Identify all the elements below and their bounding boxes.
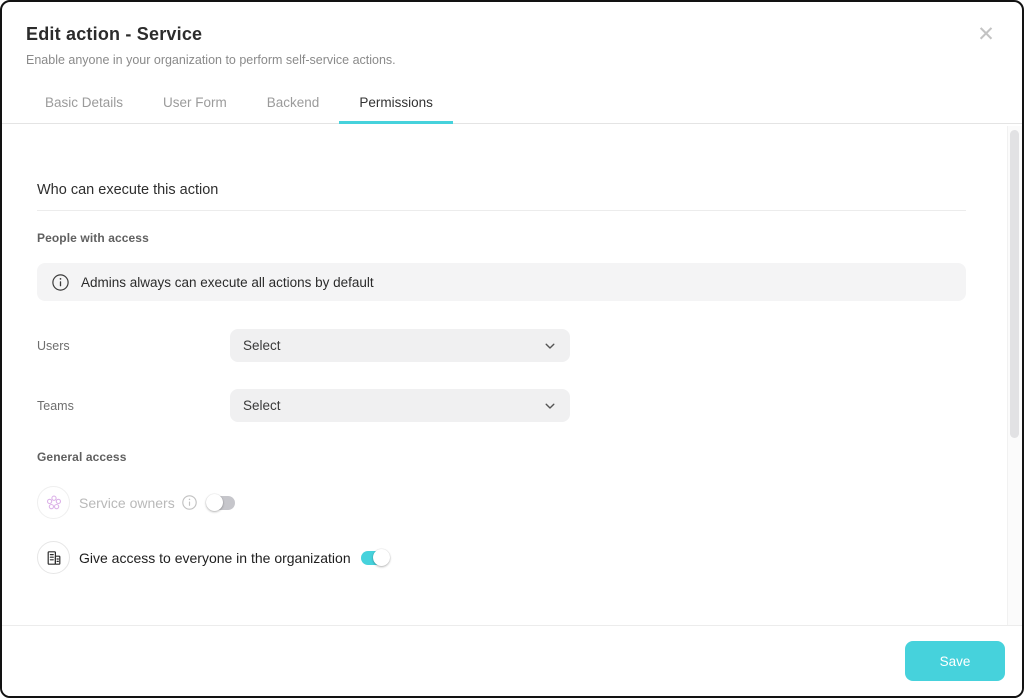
team-cluster-icon xyxy=(37,486,70,519)
everyone-access-label: Give access to everyone in the organizat… xyxy=(79,550,351,566)
admins-info-text: Admins always can execute all actions by… xyxy=(81,275,374,290)
modal-footer: Save xyxy=(2,625,1022,696)
teams-field-row: Teams Select xyxy=(37,389,966,422)
admins-info-banner: Admins always can execute all actions by… xyxy=(37,263,966,301)
page-subtitle: Enable anyone in your organization to pe… xyxy=(26,53,998,67)
page-title: Edit action - Service xyxy=(26,24,998,45)
users-field-row: Users Select xyxy=(37,329,966,362)
edit-action-modal: Edit action - Service Enable anyone in y… xyxy=(0,0,1024,698)
tab-bar: Basic Details User Form Backend Permissi… xyxy=(2,85,1022,124)
users-label: Users xyxy=(37,339,230,353)
tab-basic-details[interactable]: Basic Details xyxy=(25,85,143,124)
general-access-label: General access xyxy=(37,450,966,464)
organization-building-icon xyxy=(37,541,70,574)
chevron-down-icon xyxy=(543,339,557,353)
scrollbar-track[interactable] xyxy=(1007,126,1022,625)
teams-select[interactable]: Select xyxy=(230,389,570,422)
teams-label: Teams xyxy=(37,399,230,413)
close-icon[interactable]: ✕ xyxy=(974,24,998,48)
people-with-access-label: People with access xyxy=(37,231,966,245)
permissions-panel: Who can execute this action People with … xyxy=(2,124,1022,625)
tab-permissions[interactable]: Permissions xyxy=(339,85,453,124)
modal-header: Edit action - Service Enable anyone in y… xyxy=(2,2,1022,67)
everyone-access-toggle[interactable] xyxy=(360,549,390,567)
teams-select-value: Select xyxy=(243,398,281,413)
save-button[interactable]: Save xyxy=(905,641,1005,681)
scrollbar-thumb[interactable] xyxy=(1010,130,1019,438)
service-owners-label: Service owners xyxy=(79,495,175,511)
section-divider xyxy=(37,210,966,211)
info-icon xyxy=(52,274,69,291)
info-icon[interactable] xyxy=(182,495,197,510)
users-select[interactable]: Select xyxy=(230,329,570,362)
users-select-value: Select xyxy=(243,338,281,353)
section-title: Who can execute this action xyxy=(37,182,966,198)
everyone-access-row: Give access to everyone in the organizat… xyxy=(37,541,966,574)
service-owners-row: Service owners xyxy=(37,486,966,519)
tab-backend[interactable]: Backend xyxy=(247,85,340,124)
tab-user-form[interactable]: User Form xyxy=(143,85,247,124)
chevron-down-icon xyxy=(543,399,557,413)
service-owners-toggle[interactable] xyxy=(206,494,236,512)
